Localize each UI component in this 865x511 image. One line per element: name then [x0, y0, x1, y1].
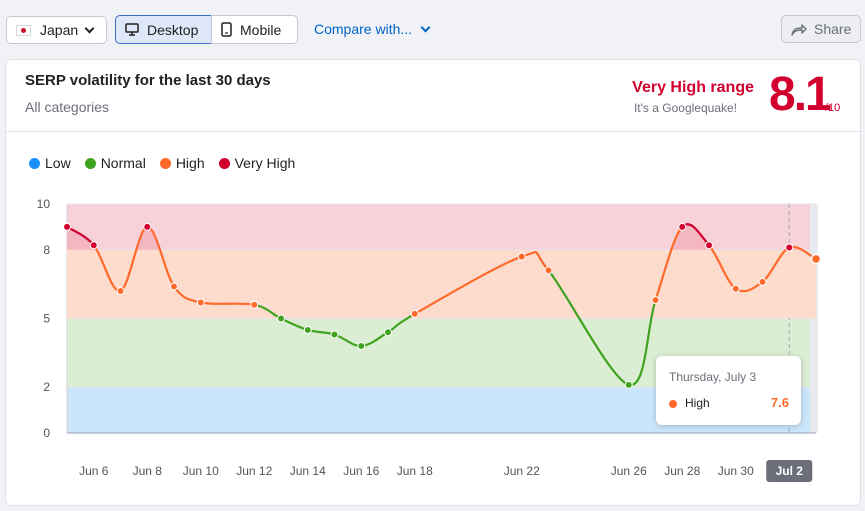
y-tick-label: 8	[43, 243, 50, 257]
data-point	[731, 284, 740, 293]
tooltip-value: 7.6	[770, 395, 789, 410]
data-point	[63, 222, 71, 231]
x-tick-label: Jun 14	[290, 464, 326, 478]
volatility-chart: 0 2 5 8 10 Jun 6 Jun 8 Jun 10 Jun 12 Jun 14 Jun 16…	[37, 197, 822, 482]
data-point	[170, 282, 178, 291]
data-point	[89, 241, 98, 250]
data-point	[116, 287, 125, 296]
data-point	[250, 300, 259, 309]
data-point	[651, 296, 660, 305]
data-point	[196, 298, 205, 307]
x-tick-label: Jun 18	[397, 464, 433, 478]
data-point	[143, 222, 152, 231]
data-point	[810, 253, 822, 265]
x-tick-label: Jun 10	[183, 464, 219, 478]
y-tick-label: 10	[37, 197, 51, 211]
x-tick-label: Jun 28	[664, 464, 700, 478]
data-point	[544, 266, 553, 275]
data-point	[517, 252, 526, 261]
data-point	[785, 243, 794, 252]
data-point	[277, 314, 285, 323]
x-tick-label: Jul 2	[776, 464, 804, 478]
data-point	[410, 309, 419, 318]
tooltip-label: High	[685, 396, 710, 410]
data-point	[758, 277, 767, 286]
chart-tooltip: Thursday, July 3 High 7.6	[656, 356, 801, 425]
x-tick-label: Jun 26	[611, 464, 647, 478]
data-point	[330, 330, 339, 339]
y-tick-label: 0	[43, 426, 50, 440]
data-point	[705, 241, 713, 250]
data-point	[384, 328, 392, 337]
tooltip-dot	[669, 400, 677, 408]
data-point	[303, 325, 312, 334]
data-point	[624, 380, 633, 389]
x-tick-label: Jun 16	[343, 464, 379, 478]
y-tick-label: 2	[43, 380, 50, 394]
x-tick-label: Jun 12	[236, 464, 272, 478]
x-tick-label: Jun 30	[718, 464, 754, 478]
tooltip-date: Thursday, July 3	[669, 370, 757, 384]
x-tick-label: Jun 22	[504, 464, 540, 478]
data-point	[678, 222, 687, 231]
data-point	[357, 341, 366, 350]
x-tick-label: Jun 8	[133, 464, 163, 478]
y-tick-label: 5	[43, 312, 50, 326]
x-tick-label: Jun 6	[79, 464, 109, 478]
